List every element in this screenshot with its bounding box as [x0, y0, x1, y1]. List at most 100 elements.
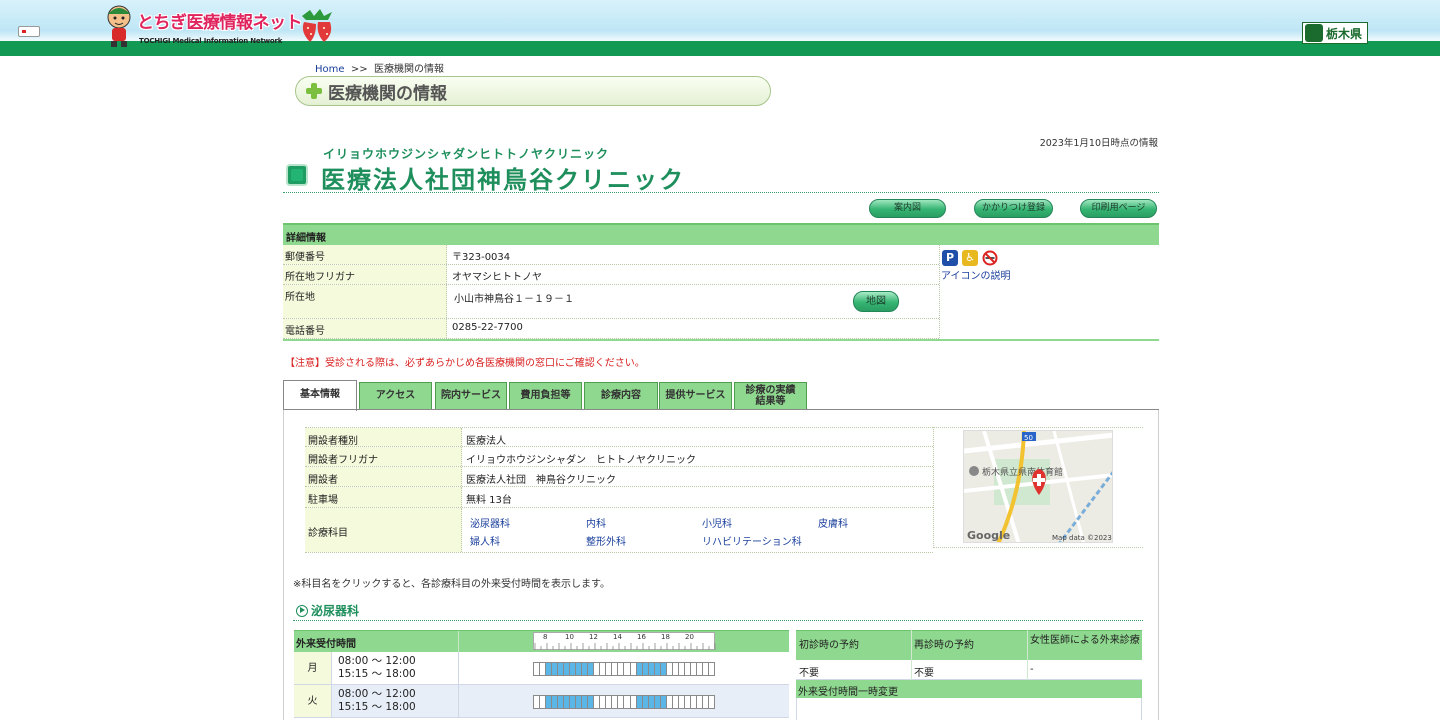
detail-row-address: 所在地 小山市神鳥谷１－１９－１: [283, 285, 939, 319]
basic-row-founder-type: 開設者種別 医療法人: [305, 427, 933, 447]
hours-line: 15:15 ～ 18:00: [338, 701, 416, 713]
map-thumbnail[interactable]: 栃木県立県南体育館 50 Google Map data ©2023: [963, 430, 1113, 543]
dept-link-pediatrics[interactable]: 小児科: [702, 515, 732, 530]
female-doctor-value: -: [1030, 664, 1034, 675]
department-click-note: ※科目名をクリックすると、各診療科目の外来受付時間を表示します。: [293, 579, 610, 590]
address-kana: オヤマシヒトトノヤ: [452, 272, 542, 283]
as-of-date: 2023年1月10日時点の情報: [1039, 138, 1158, 149]
tab-basic-info[interactable]: 基本情報: [283, 380, 357, 411]
revisit-reservation-label: 再診時の予約: [914, 640, 974, 651]
timeline-cell: [707, 662, 715, 676]
phone-number: 0285-22-7700: [452, 322, 523, 333]
basic-row-parking: 駐車場 無料 13台: [305, 487, 933, 508]
print-page-button[interactable]: 印刷用ページ: [1080, 199, 1157, 218]
hours-timeline-bar: [533, 662, 715, 676]
clinic-name: 医療法人社団神鳥谷クリニック: [321, 166, 685, 194]
guide-map-button[interactable]: 案内図: [869, 199, 946, 218]
department-section-title: 泌尿器科: [296, 602, 359, 619]
postal-code: 〒323-0034: [452, 252, 511, 263]
notice-text: 【注意】受診される際は、必ずあらかじめ各医療機関の窓口にご確認ください。: [285, 358, 645, 369]
hours-separator: [458, 685, 459, 717]
hours-heading: 外来受付時間: [296, 639, 356, 650]
reservation-col-separator: [1027, 630, 1028, 680]
tab-results-line1: 診療の実績: [745, 385, 796, 396]
hours-separator: [458, 652, 459, 684]
dept-link-gynecology[interactable]: 婦人科: [470, 533, 500, 548]
breadcrumb-home-link[interactable]: Home: [315, 64, 345, 75]
map-button[interactable]: 地図: [853, 291, 899, 312]
title-divider: [283, 192, 1159, 193]
detail-row-address-kana: 所在地フリガナ オヤマシヒトトノヤ: [283, 265, 939, 285]
hour-tick: 12: [589, 633, 598, 641]
hour-tick: 20: [685, 633, 694, 641]
parking-icon: P: [942, 250, 958, 266]
hour-scale: 8 10 12 14 16 18 20: [533, 632, 716, 650]
map-place-label: 栃木県立県南体育館: [982, 466, 1063, 478]
site-header: とちぎ医療情報ネット TOCHIGI Medical Information N…: [0, 0, 1440, 56]
dept-link-urology[interactable]: 泌尿器科: [470, 515, 510, 530]
map-attribution: Map data ©2023: [1052, 534, 1112, 542]
first-visit-reservation-value: 不要: [799, 668, 819, 679]
reservation-col-separator: [911, 630, 912, 680]
tab-in-hospital-services[interactable]: 院内サービス: [435, 382, 507, 410]
map-route-number: 50: [1024, 434, 1033, 442]
barrier-free-icon: ♿: [962, 250, 978, 266]
hours-row-monday: 月 08:00 ～ 12:00 15:15 ～ 18:00: [294, 652, 789, 685]
section-title-banner: 医療機関の情報: [295, 76, 771, 106]
detail-label: 所在地フリガナ: [283, 265, 447, 284]
clinic-marker-icon: [286, 164, 308, 186]
detail-row-phone: 電話番号 0285-22-7700: [283, 319, 939, 339]
breadcrumb-current: 医療機関の情報: [374, 64, 445, 75]
pref-emblem-icon: [1305, 24, 1323, 42]
ambulance-icon: [18, 26, 40, 37]
female-doctor-label: 女性医師による外来診療: [1030, 635, 1140, 646]
tab-medical-content[interactable]: 診療内容: [584, 382, 658, 410]
detail-label: 電話番号: [283, 319, 447, 338]
section-title: 医療機関の情報: [328, 83, 447, 104]
dept-link-internal-medicine[interactable]: 内科: [586, 515, 606, 530]
hour-tick: 14: [613, 633, 622, 641]
mascot-icon: [107, 5, 131, 47]
medical-cross-icon: [306, 83, 322, 99]
hours-times: 08:00 ～ 12:00 15:15 ～ 18:00: [338, 688, 416, 714]
google-logo: Google: [967, 529, 1010, 542]
hours-timeline-bar: [533, 695, 715, 709]
hour-tick: 8: [543, 633, 548, 641]
hours-header-separator: [458, 631, 459, 653]
department-name: 泌尿器科: [311, 604, 360, 618]
tab-results[interactable]: 診療の実績 結果等: [734, 382, 807, 410]
tab-access[interactable]: アクセス: [359, 382, 432, 410]
reservation-header: 初診時の予約 再診時の予約 女性医師による外来診療: [796, 630, 1142, 660]
dept-link-dermatology[interactable]: 皮膚科: [818, 515, 848, 530]
hours-line: 08:00 ～ 12:00: [338, 655, 416, 667]
logo-subtitle: TOCHIGI Medical Information Network: [139, 37, 283, 45]
play-circle-icon: [296, 604, 308, 617]
detail-label: 所在地: [283, 285, 447, 318]
tab-cost[interactable]: 費用負担等: [509, 382, 582, 410]
hour-tick: 10: [565, 633, 574, 641]
family-doctor-register-button[interactable]: かかりつけ登録: [974, 199, 1053, 218]
address: 小山市神鳥谷１－１９－１: [454, 294, 574, 305]
hours-line: 08:00 ～ 12:00: [338, 688, 416, 700]
tab-provided-services[interactable]: 提供サービス: [659, 382, 732, 410]
weekday-label: 月: [294, 652, 332, 684]
detail-bottom-border: [283, 339, 1159, 341]
detail-row-postal: 郵便番号 〒323-0034: [283, 245, 939, 265]
hour-tick: 16: [637, 633, 646, 641]
detail-label: 郵便番号: [283, 245, 447, 264]
dept-link-rehabilitation[interactable]: リハビリテーション科: [702, 533, 802, 548]
basic-row-founder: 開設者 医療法人社団 神鳥谷クリニック: [305, 467, 933, 487]
temporary-change-heading: 外来受付時間一時変更: [796, 680, 1142, 698]
strawberry-icon: [302, 9, 332, 42]
tochigi-pref-logo[interactable]: 栃木県: [1302, 22, 1368, 44]
breadcrumb-separator: >>: [350, 64, 368, 75]
breadcrumb: Home >> 医療機関の情報: [315, 60, 444, 75]
facility-icons: P ♿: [942, 250, 998, 266]
parking-info: 無料 13台: [466, 495, 512, 506]
icon-legend-link[interactable]: アイコンの説明: [941, 267, 1011, 282]
basic-row-founder-kana: 開設者フリガナ イリョウホウジンシャダン ヒトトノヤクリニック: [305, 447, 933, 467]
basic-label: 開設者フリガナ: [305, 447, 462, 466]
dept-link-orthopedics[interactable]: 整形外科: [586, 533, 626, 548]
hours-row-tuesday: 火 08:00 ～ 12:00 15:15 ～ 18:00: [294, 685, 789, 718]
basic-label: 診療科目: [305, 508, 462, 552]
